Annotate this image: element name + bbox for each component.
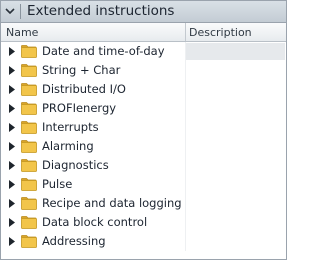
tree-item-label: Date and time-of-day [42, 44, 165, 58]
folder-icon [21, 178, 37, 191]
description-cell [186, 176, 285, 193]
folder-icon [21, 216, 37, 229]
row-column-divider [185, 42, 186, 61]
expand-arrow-icon[interactable] [9, 104, 15, 113]
folder-icon [21, 102, 37, 115]
tree-row[interactable]: Addressing [1, 232, 286, 251]
tree-item-label: Diagnostics [42, 158, 109, 172]
folder-icon [21, 235, 37, 248]
expand-arrow-icon[interactable] [9, 66, 15, 75]
tree-row[interactable]: Pulse [1, 175, 286, 194]
instruction-tree: Date and time-of-day String + Char Distrib… [1, 42, 286, 251]
expand-arrow-icon[interactable] [9, 161, 15, 170]
collapse-chevron-icon[interactable] [5, 6, 15, 16]
folder-icon [21, 64, 37, 77]
row-column-divider [185, 156, 186, 175]
folder-icon [21, 140, 37, 153]
description-cell [186, 81, 285, 98]
folder-icon [21, 83, 37, 96]
folder-icon [21, 121, 37, 134]
expand-arrow-icon[interactable] [9, 47, 15, 56]
tree-row[interactable]: Date and time-of-day [1, 42, 286, 61]
tree-row[interactable]: Interrupts [1, 118, 286, 137]
tree-row[interactable]: PROFIenergy [1, 99, 286, 118]
folder-icon [21, 45, 37, 58]
expand-arrow-icon[interactable] [9, 142, 15, 151]
row-column-divider [185, 118, 186, 137]
table-header: Name Description [1, 23, 286, 42]
tree-row[interactable]: Recipe and data logging [1, 194, 286, 213]
tree-item-label: Interrupts [42, 120, 99, 134]
description-cell [186, 100, 285, 117]
row-column-divider [185, 175, 186, 194]
column-header-description[interactable]: Description [189, 26, 252, 39]
panel-title-bar[interactable]: Extended instructions [1, 1, 286, 23]
expand-arrow-icon[interactable] [9, 123, 15, 132]
tree-item-label: String + Char [42, 63, 121, 77]
description-cell [186, 233, 285, 250]
tree-item-label: PROFIenergy [42, 101, 117, 115]
tree-item-label: Data block control [42, 215, 148, 229]
expand-arrow-icon[interactable] [9, 199, 15, 208]
column-header-name[interactable]: Name [6, 26, 38, 39]
row-column-divider [185, 61, 186, 80]
expand-arrow-icon[interactable] [9, 237, 15, 246]
row-column-divider [185, 232, 186, 251]
tree-item-label: Pulse [42, 177, 73, 191]
tree-item-label: Recipe and data logging [42, 196, 182, 210]
description-cell [186, 119, 285, 136]
row-column-divider [185, 137, 186, 156]
panel-title: Extended instructions [27, 3, 175, 19]
description-cell [186, 43, 285, 60]
description-cell [186, 62, 285, 79]
row-column-divider [185, 80, 186, 99]
extended-instructions-panel: Extended instructions Name Description D… [0, 0, 287, 260]
tree-row[interactable]: Alarming [1, 137, 286, 156]
description-cell [186, 138, 285, 155]
row-column-divider [185, 194, 186, 213]
tree-row[interactable]: Data block control [1, 213, 286, 232]
description-cell [186, 157, 285, 174]
folder-icon [21, 159, 37, 172]
expand-arrow-icon[interactable] [9, 85, 15, 94]
description-cell [186, 214, 285, 231]
expand-arrow-icon[interactable] [9, 180, 15, 189]
column-divider[interactable] [185, 23, 186, 41]
tree-row[interactable]: String + Char [1, 61, 286, 80]
expand-arrow-icon[interactable] [9, 218, 15, 227]
tree-item-label: Addressing [42, 234, 106, 248]
row-column-divider [185, 213, 186, 232]
tree-item-label: Alarming [42, 139, 94, 153]
tree-row[interactable]: Distributed I/O [1, 80, 286, 99]
tree-row[interactable]: Diagnostics [1, 156, 286, 175]
description-cell [186, 195, 285, 212]
title-separator [20, 4, 21, 19]
row-column-divider [185, 99, 186, 118]
tree-item-label: Distributed I/O [42, 82, 126, 96]
folder-icon [21, 197, 37, 210]
